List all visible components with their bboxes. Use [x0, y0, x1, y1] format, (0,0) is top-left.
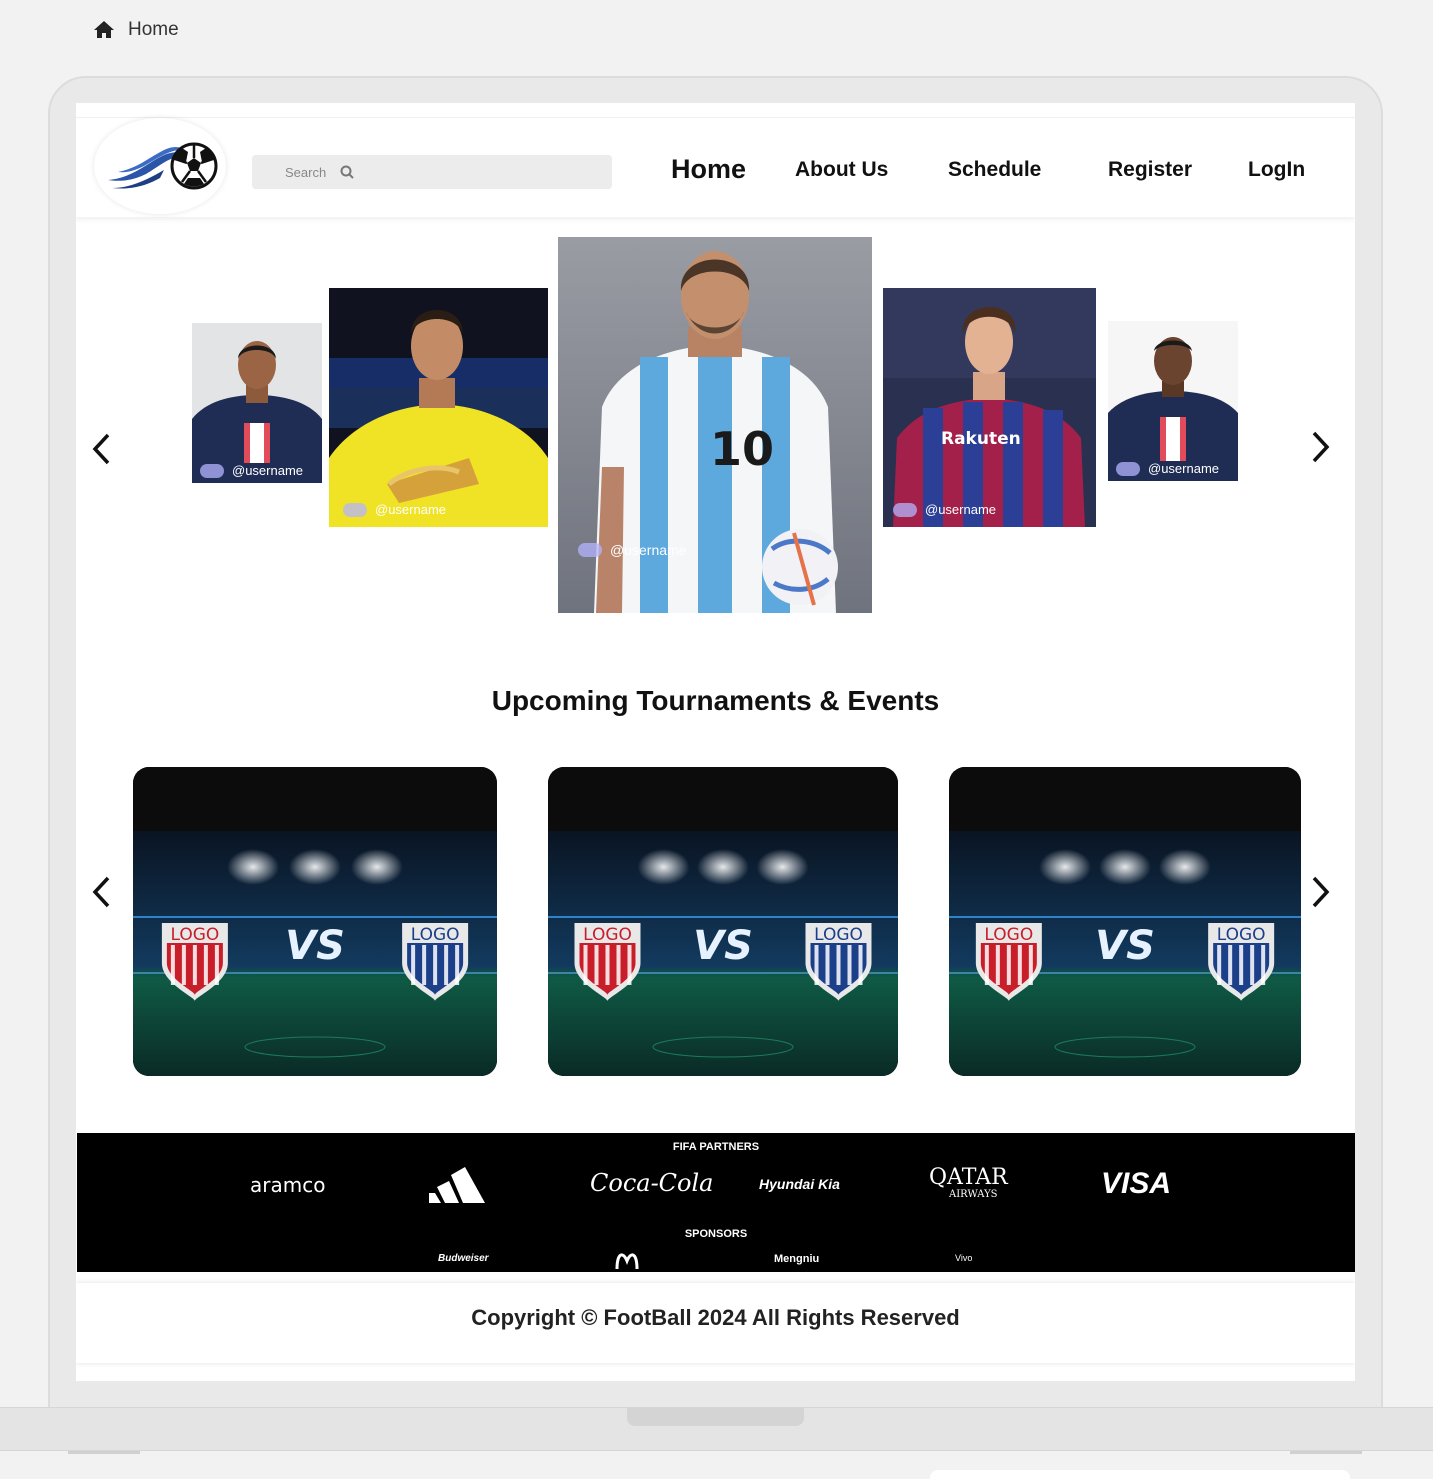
versus-label: VS	[693, 923, 753, 969]
mcdonalds-logo-icon[interactable]	[615, 1249, 639, 1269]
events-prev-icon[interactable]	[90, 874, 114, 910]
copyright-text: Copyright © FootBall 2024 All Rights Res…	[471, 1305, 960, 1330]
player-handle: @username	[925, 502, 997, 517]
svg-text:LOGO: LOGO	[170, 925, 219, 945]
nav-register[interactable]: Register	[1108, 158, 1192, 182]
verified-badge-icon	[578, 543, 602, 557]
events-next-icon[interactable]	[1308, 874, 1332, 910]
carousel-next-icon[interactable]	[1308, 429, 1332, 465]
svg-text:LOGO: LOGO	[411, 925, 460, 945]
adidas-logo-icon[interactable]	[427, 1165, 487, 1205]
player-photo: Rakuten	[883, 288, 1096, 527]
player-card-featured[interactable]: 10 @username	[558, 237, 872, 613]
site-header: Search Home About Us Schedule Register L…	[76, 117, 1355, 217]
brand-visa[interactable]: VISA	[1101, 1167, 1171, 1201]
search-placeholder: Search	[285, 164, 327, 180]
verified-badge-icon	[200, 463, 224, 478]
website-screen: Search Home About Us Schedule Register L…	[76, 103, 1355, 1381]
versus-label: VS	[1095, 923, 1155, 969]
partners-title: FIFA PARTNERS	[672, 1141, 760, 1153]
sponsor-budweiser[interactable]: Budweiser	[438, 1253, 489, 1264]
player-handle: @username	[375, 502, 447, 517]
sponsors-title: SPONSORS	[684, 1228, 748, 1240]
sponsor-print: Rakuten	[941, 429, 1021, 449]
player-card[interactable]: Rakuten @username	[883, 288, 1096, 527]
carousel-prev-icon[interactable]	[90, 431, 114, 467]
soccer-ball-logo-icon	[108, 142, 218, 190]
breadcrumb[interactable]: Home	[92, 18, 179, 42]
dock-edge	[930, 1470, 1350, 1479]
player-handle: @username	[610, 542, 687, 558]
event-card[interactable]: LOGO LOGO VS	[133, 767, 497, 1076]
event-card[interactable]: LOGO LOGO VS	[548, 767, 898, 1076]
brand-hyundai-kia[interactable]: Hyundai Kia	[759, 1176, 840, 1192]
verified-badge-icon	[893, 502, 917, 517]
verified-badge-icon	[343, 502, 367, 517]
svg-text:LOGO: LOGO	[1217, 925, 1266, 945]
player-photo	[329, 288, 548, 527]
brand-coca-cola[interactable]: Coca-Cola	[590, 1169, 713, 1197]
svg-text:LOGO: LOGO	[814, 925, 863, 945]
laptop-foot	[68, 1451, 140, 1454]
svg-text:LOGO: LOGO	[984, 925, 1033, 945]
brand-qatar[interactable]: QATAR	[929, 1167, 1008, 1189]
sponsor-vivo[interactable]: Vivo	[955, 1253, 972, 1263]
partners-banner: FIFA PARTNERS aramco Coca-Cola Hyundai K…	[77, 1133, 1355, 1272]
match-banner: LOGO LOGO VS	[548, 767, 898, 1076]
jersey-number: 10	[710, 422, 774, 476]
search-input[interactable]: Search	[252, 155, 612, 189]
brand-qatar-airways: AIRWAYS	[949, 1189, 998, 1200]
search-icon	[340, 165, 354, 179]
event-card[interactable]: LOGO LOGO VS	[949, 767, 1301, 1076]
sponsor-mengniu[interactable]: Mengniu	[774, 1253, 819, 1265]
nav-home[interactable]: Home	[671, 154, 746, 185]
home-icon	[94, 21, 114, 38]
player-photo	[1108, 321, 1238, 481]
player-card[interactable]: @username	[329, 288, 548, 527]
match-banner: LOGO LOGO VS	[949, 767, 1301, 1076]
match-banner: LOGO LOGO VS	[133, 767, 497, 1076]
player-handle: @username	[232, 463, 304, 478]
breadcrumb-label: Home	[128, 19, 179, 40]
player-photo	[192, 323, 322, 483]
section-title-events: Upcoming Tournaments & Events	[491, 685, 940, 716]
nav-schedule[interactable]: Schedule	[948, 158, 1041, 182]
svg-text:LOGO: LOGO	[583, 925, 632, 945]
nav-about-us[interactable]: About Us	[795, 158, 888, 182]
player-card[interactable]: @username	[192, 323, 322, 483]
site-logo[interactable]	[94, 118, 226, 214]
verified-badge-icon	[1116, 461, 1140, 476]
versus-label: VS	[285, 923, 345, 969]
player-card[interactable]: @username	[1108, 321, 1238, 481]
nav-login[interactable]: LogIn	[1248, 158, 1305, 182]
laptop-notch	[627, 1407, 804, 1426]
laptop-foot	[1290, 1451, 1362, 1454]
brand-aramco[interactable]: aramco	[250, 1173, 325, 1197]
player-handle: @username	[1148, 461, 1220, 476]
